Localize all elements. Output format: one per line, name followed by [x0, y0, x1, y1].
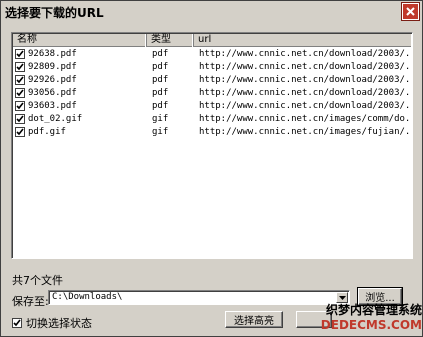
cell-name: 93603.pdf: [13, 100, 147, 111]
toggle-selection-checkbox[interactable]: 切换选择状态: [12, 315, 92, 331]
column-header-url[interactable]: url: [194, 34, 412, 47]
toggle-selection-label: 切换选择状态: [26, 317, 92, 330]
save-path-combo[interactable]: C:\Downloads\: [48, 290, 350, 305]
url-list[interactable]: 名称 类型 url 92638.pdf pdf http://www.cnnic.n…: [11, 32, 413, 259]
file-count: 共7个文件: [12, 274, 63, 287]
combo-dropdown-button[interactable]: [336, 292, 348, 303]
row-checkbox[interactable]: [15, 61, 25, 72]
file-name: 93056.pdf: [28, 87, 77, 98]
list-row[interactable]: 92926.pdf pdf http://www.cnnic.net.cn/down…: [13, 73, 412, 86]
download-url-dialog: 选择要下载的URL 名称 类型 url 92638.pdf pdf http://w…: [0, 0, 423, 337]
cell-type: pdf: [152, 61, 169, 72]
watermark-line1: 织梦内容管理系统: [325, 303, 422, 317]
file-name: 92638.pdf: [28, 48, 77, 59]
checkmark-icon: [16, 128, 24, 135]
file-name: dot_02.gif: [28, 113, 83, 124]
row-checkbox[interactable]: [15, 87, 25, 98]
dialog-title: 选择要下载的URL: [5, 5, 104, 20]
cell-name: dot_02.gif: [13, 113, 147, 124]
checkmark-icon: [16, 89, 24, 96]
checkmark-icon: [16, 63, 24, 70]
cell-url: http://www.cnnic.net.cn/images/fujian/..…: [199, 126, 412, 137]
list-row[interactable]: 93603.pdf pdf http://www.cnnic.net.cn/down…: [13, 99, 412, 112]
cell-url: http://www.cnnic.net.cn/download/2003/..…: [199, 61, 412, 72]
cell-type: pdf: [152, 100, 169, 111]
watermark-line2: DEDECMS.COM: [320, 318, 422, 332]
cell-url: http://www.cnnic.net.cn/download/2003/..…: [199, 87, 412, 98]
cell-name: 92809.pdf: [13, 61, 147, 72]
cell-name: 92638.pdf: [13, 48, 147, 59]
cell-name: pdf.gif: [13, 126, 147, 137]
row-checkbox[interactable]: [15, 48, 25, 59]
close-button[interactable]: [401, 2, 420, 21]
cell-type: pdf: [152, 48, 169, 59]
checkmark-icon: [16, 102, 24, 109]
list-row[interactable]: dot_02.gif gif http://www.cnnic.net.cn/ima…: [13, 112, 412, 125]
title-bar[interactable]: 选择要下载的URL: [1, 1, 422, 23]
checkmark-icon: [16, 115, 24, 122]
list-row[interactable]: 92809.pdf pdf http://www.cnnic.net.cn/down…: [13, 60, 412, 73]
cell-type: pdf: [152, 74, 169, 85]
cell-url: http://www.cnnic.net.cn/download/2003/..…: [199, 74, 412, 85]
file-name: 92809.pdf: [28, 61, 77, 72]
cell-name: 92926.pdf: [13, 74, 147, 85]
list-row[interactable]: pdf.gif gif http://www.cnnic.net.cn/images…: [13, 125, 412, 138]
row-checkbox[interactable]: [15, 113, 25, 124]
save-path-value: C:\Downloads\: [52, 292, 123, 302]
close-icon: [406, 7, 415, 16]
file-name: pdf.gif: [28, 126, 66, 137]
file-name: 93603.pdf: [28, 100, 77, 111]
list-rows: 92638.pdf pdf http://www.cnnic.net.cn/down…: [13, 47, 412, 138]
cell-type: gif: [152, 113, 169, 124]
list-header: 名称 类型 url: [13, 34, 412, 47]
save-to-label: 保存至:: [12, 295, 49, 308]
file-name: 92926.pdf: [28, 74, 77, 85]
column-header-name[interactable]: 名称: [13, 34, 147, 47]
row-checkbox[interactable]: [15, 74, 25, 85]
checkbox[interactable]: [12, 318, 22, 328]
column-header-type[interactable]: 类型: [147, 34, 194, 47]
watermark-logo: 织梦内容管理系统 DEDECMS.COM: [314, 303, 422, 336]
list-row[interactable]: 93056.pdf pdf http://www.cnnic.net.cn/down…: [13, 86, 412, 99]
list-row[interactable]: 92638.pdf pdf http://www.cnnic.net.cn/down…: [13, 47, 412, 60]
chevron-down-icon: [338, 295, 346, 300]
checkmark-icon: [16, 76, 24, 83]
row-checkbox[interactable]: [15, 126, 25, 137]
cell-url: http://www.cnnic.net.cn/images/comm/do..…: [199, 113, 412, 124]
checkmark-icon: [13, 319, 21, 327]
row-checkbox[interactable]: [15, 100, 25, 111]
cell-url: http://www.cnnic.net.cn/download/2003/..…: [199, 48, 412, 59]
cell-name: 93056.pdf: [13, 87, 147, 98]
select-highlighted-button[interactable]: 选择高亮: [225, 311, 283, 328]
cell-url: http://www.cnnic.net.cn/download/2003/..…: [199, 100, 412, 111]
checkmark-icon: [16, 50, 24, 57]
cell-type: pdf: [152, 87, 169, 98]
cell-type: gif: [152, 126, 169, 137]
